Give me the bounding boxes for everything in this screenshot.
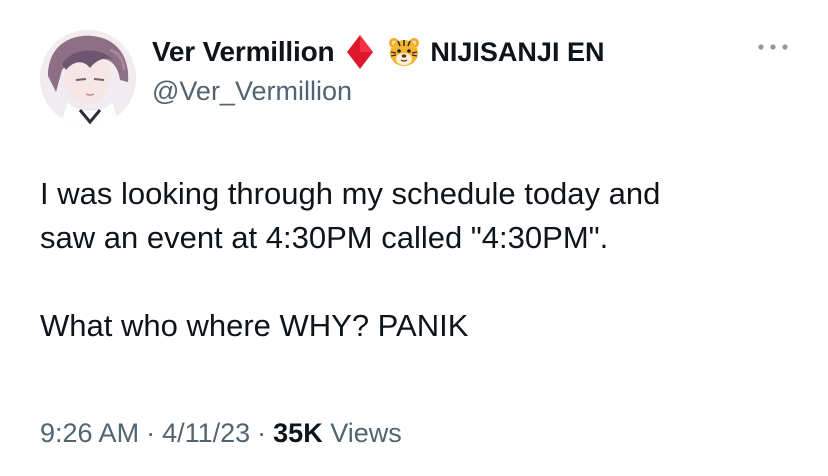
views-label: Views (330, 418, 402, 448)
user-handle[interactable]: @Ver_Vermillion (152, 76, 768, 107)
tweet-time[interactable]: 9:26 AM (40, 418, 139, 448)
tweet-date[interactable]: 4/11/23 (162, 418, 250, 448)
more-options-icon[interactable] (755, 39, 791, 55)
views-count[interactable]: 35K (273, 418, 323, 448)
tweet-meta: 9:26 AM · 4/11/23 · 35K Views (40, 418, 402, 449)
separator: · (146, 418, 156, 448)
affiliation-label: NIJISANJI EN (430, 36, 605, 67)
tweet-line-1: I was looking through my schedule today … (40, 176, 661, 211)
red-diamond-icon (346, 34, 374, 70)
tweet-text: I was looking through my schedule today … (40, 172, 800, 348)
avatar-illustration (40, 30, 136, 126)
tweet-line-3: What who where WHY? PANIK (40, 308, 469, 343)
tweet-header: Ver Vermillion NIJISANJI EN @Ver_Vermill… (152, 32, 768, 107)
tweet-line-2: saw an event at 4:30PM called "4:30PM". (40, 220, 609, 255)
tiger-face-icon (388, 36, 420, 68)
name-row: Ver Vermillion NIJISANJI EN (152, 32, 768, 72)
avatar[interactable] (40, 30, 136, 126)
tweet-card: Ver Vermillion NIJISANJI EN @Ver_Vermill… (0, 0, 828, 476)
display-name[interactable]: Ver Vermillion (152, 36, 335, 68)
separator: · (257, 418, 267, 448)
